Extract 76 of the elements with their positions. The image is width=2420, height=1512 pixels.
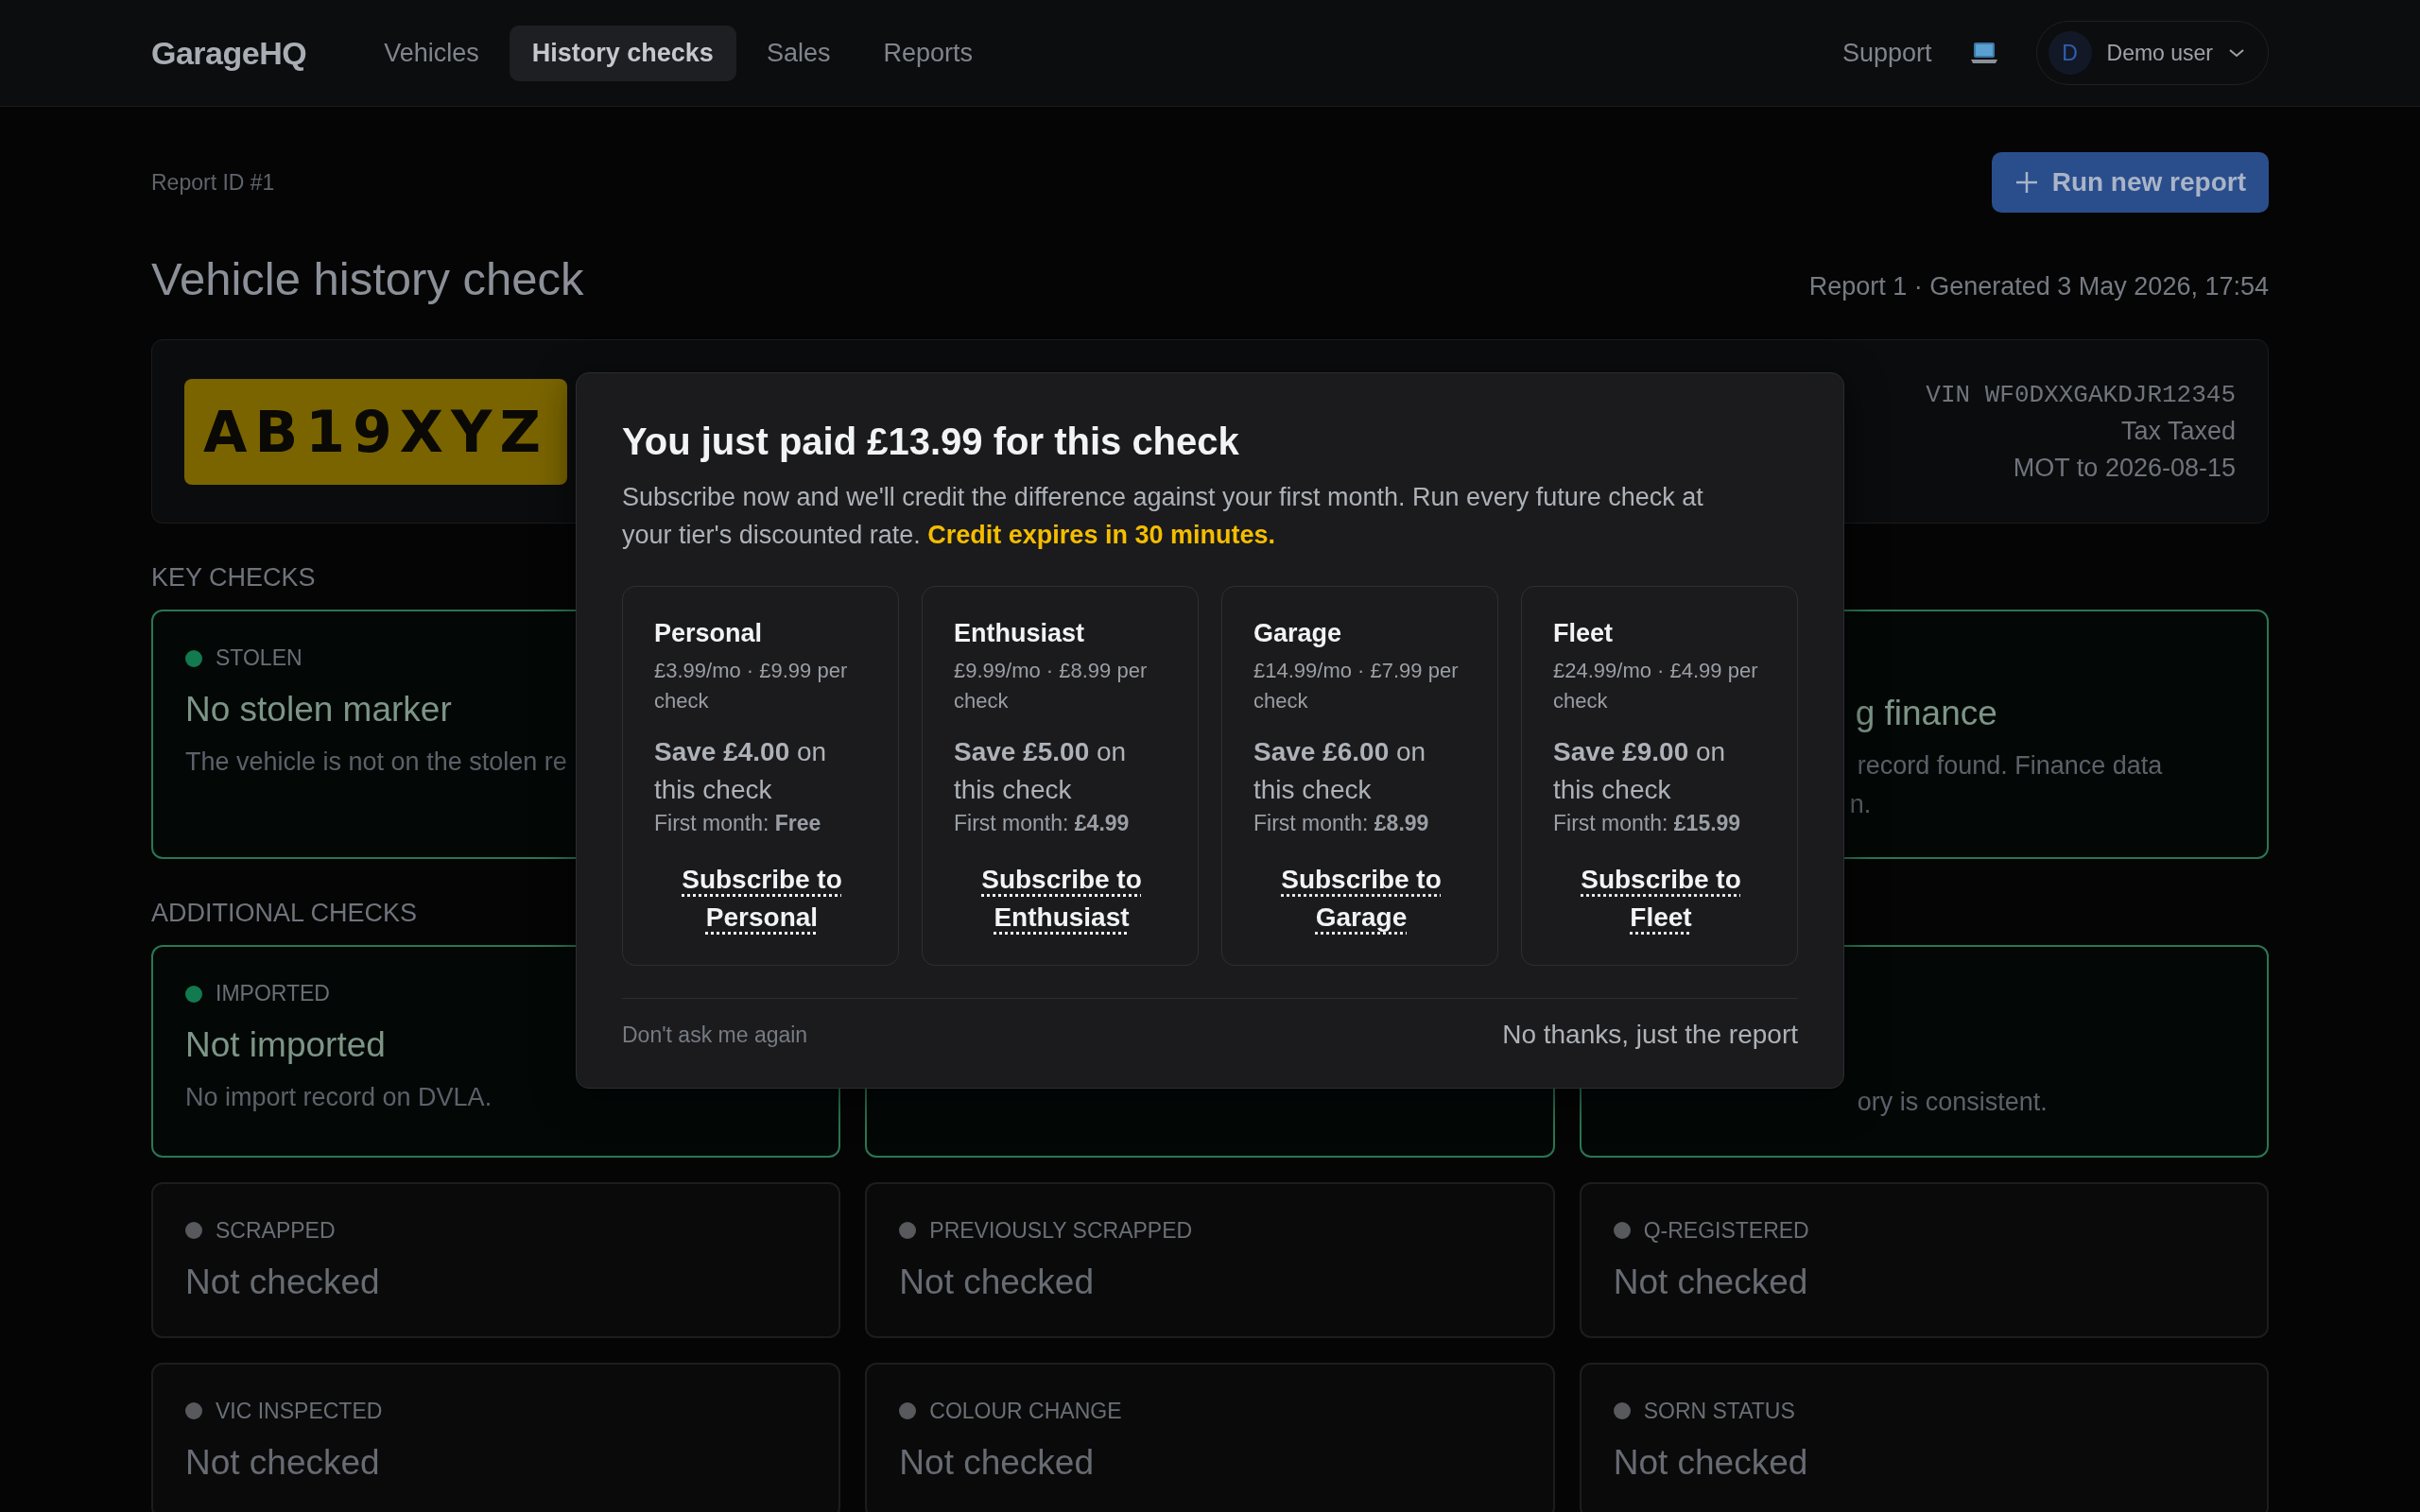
first-month-price: First month: £8.99 — [1253, 811, 1430, 836]
user-menu[interactable]: D Demo user — [2035, 21, 2269, 85]
check-result: Not checked — [899, 1262, 1094, 1302]
generated-date: Report 1 · Generated 3 May 2026, 17:54 — [1808, 272, 2269, 301]
section-heading: KEY CHECKS — [151, 563, 316, 593]
dismiss-link[interactable]: No thanks, just the report — [1502, 1020, 1798, 1050]
subscribe-link[interactable]: Subscribe to Fleet — [1571, 861, 1751, 936]
plus-icon — [2014, 170, 2039, 195]
run-report-button[interactable]: Run new report — [1991, 152, 2269, 213]
check-label: Q-REGISTERED — [1643, 1217, 1809, 1244]
check-result: Not checked — [1613, 1262, 1808, 1302]
subscribe-link[interactable]: Subscribe to Personal — [672, 861, 852, 936]
check-result: Not checked — [899, 1442, 1094, 1483]
check-description: No import record on DVLA. — [185, 1082, 493, 1113]
check-result: Not checked — [185, 1262, 380, 1302]
nav-tab[interactable]: History checks — [509, 25, 736, 81]
status-dot — [185, 1402, 202, 1419]
status-dot — [185, 985, 202, 1003]
check-label: VIC INSPECTED — [216, 1398, 383, 1424]
plan-price: £24.99/mo · £4.99 per check — [1553, 658, 1759, 714]
plan-name: Personal — [654, 619, 764, 648]
plan-saving: Save £4.00 on this check — [654, 736, 828, 806]
status-dot — [185, 1222, 202, 1239]
user-name: Demo user — [2106, 40, 2213, 66]
check-label: SORN STATUS — [1643, 1398, 1795, 1424]
tax-status: Tax Taxed — [2120, 416, 2236, 446]
vin-number: VIN WF0DXXGAKDJR12345 — [1926, 380, 2236, 409]
plan-name: Garage — [1253, 619, 1343, 648]
page-title: Vehicle history check — [151, 252, 584, 305]
plan-saving: Save £9.00 on this check — [1553, 736, 1727, 806]
check-result: No stolen marker — [185, 690, 452, 730]
check-description: ory is consistent. — [1857, 1087, 2048, 1118]
nav-tab[interactable]: Sales — [743, 25, 854, 81]
plan-name: Fleet — [1553, 619, 1615, 648]
status-dot — [1613, 1222, 1631, 1239]
check-description: record found. Finance data — [1857, 750, 2163, 782]
report-id: Report ID #1 — [151, 169, 275, 196]
number-plate: AB19XYZ — [184, 378, 567, 485]
check-result: Not checked — [185, 1442, 380, 1483]
plan-saving: Save £5.00 on this check — [954, 736, 1128, 806]
dialog-title: You just paid £13.99 for this check — [622, 421, 1240, 463]
check-result: Not checked — [1613, 1442, 1808, 1483]
nav-tab[interactable]: Reports — [860, 25, 995, 81]
check-label: PREVIOUSLY SCRAPPED — [929, 1217, 1193, 1244]
check-label: SCRAPPED — [216, 1217, 336, 1244]
check-label: STOLEN — [216, 645, 302, 671]
status-dot — [899, 1222, 917, 1239]
user-avatar: D — [2048, 31, 2092, 75]
status-dot — [1613, 1402, 1631, 1419]
first-month-price: First month: £15.99 — [1553, 811, 1742, 836]
status-dot — [185, 649, 202, 667]
plan-saving: Save £6.00 on this check — [1253, 736, 1427, 806]
plan-price: £9.99/mo · £8.99 per check — [954, 658, 1149, 714]
check-description: The vehicle is not on the stolen re — [185, 747, 567, 778]
plan-name: Enthusiast — [954, 619, 1086, 648]
nav-tab[interactable]: Vehicles — [361, 25, 502, 81]
laptop-icon[interactable] — [1969, 41, 1998, 65]
dont-ask-link[interactable]: Don't ask me again — [622, 1022, 808, 1048]
status-dot — [899, 1402, 917, 1419]
subscribe-link[interactable]: Subscribe to Enthusiast — [972, 861, 1151, 936]
support-link[interactable]: Support — [1841, 38, 1932, 68]
first-month-price: First month: £4.99 — [954, 811, 1131, 836]
first-month-price: First month: Free — [654, 811, 822, 836]
check-description: n. — [1849, 788, 1872, 820]
section-heading: ADDITIONAL CHECKS — [151, 899, 418, 928]
check-label: IMPORTED — [216, 981, 330, 1006]
check-result: Not imported — [185, 1025, 386, 1065]
plan-price: £3.99/mo · £9.99 per check — [654, 658, 849, 714]
app-logo[interactable]: GarageHQ — [151, 34, 307, 72]
check-label: COLOUR CHANGE — [929, 1398, 1122, 1424]
dialog-description: Subscribe now and we'll credit the difference against your first month. Run every future check at your tier's discounted rate. Credit expires in 30 minutes. — [622, 482, 1704, 551]
plan-price: £14.99/mo · £7.99 per check — [1253, 658, 1460, 714]
chevron-down-icon — [2228, 47, 2245, 59]
mot-date: MOT to 2026-08-15 — [2013, 453, 2236, 483]
subscribe-link[interactable]: Subscribe to Garage — [1271, 861, 1451, 936]
check-result: g finance — [1855, 694, 1997, 733]
